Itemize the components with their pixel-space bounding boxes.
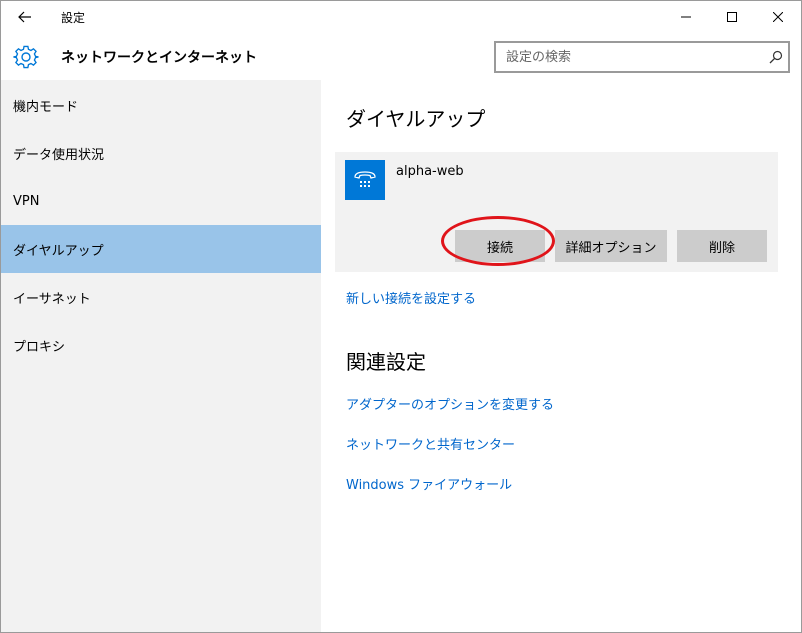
sidebar-item-airplane-mode[interactable]: 機内モード <box>1 81 321 129</box>
sidebar-item-proxy[interactable]: プロキシ <box>1 321 321 369</box>
adapter-options-link[interactable]: アダプターのオプションを変更する <box>346 394 554 413</box>
gear-icon <box>13 45 39 69</box>
sidebar-item-label: ダイヤルアップ <box>13 243 104 259</box>
connection-name: alpha-web <box>396 164 464 179</box>
phone-icon <box>354 171 376 187</box>
sidebar-item-data-usage[interactable]: データ使用状況 <box>1 129 321 177</box>
search-icon[interactable] <box>768 49 784 65</box>
close-button[interactable] <box>755 1 801 33</box>
minimize-icon <box>681 16 691 18</box>
search-input[interactable] <box>496 43 758 71</box>
back-arrow-icon <box>18 11 31 23</box>
sidebar-item-vpn[interactable]: VPN <box>1 177 321 225</box>
sidebar-item-ethernet[interactable]: イーサネット <box>1 273 321 321</box>
connect-button[interactable]: 接続 <box>455 230 545 262</box>
section-title-dialup: ダイヤルアップ <box>346 107 486 131</box>
search-box[interactable] <box>494 41 790 73</box>
main-content: ダイヤルアップ alpha-web 接続 詳細オプション 削除 新しい接続を設定… <box>321 80 801 632</box>
close-icon <box>773 12 783 22</box>
dialup-phone-icon <box>345 160 385 200</box>
sidebar-item-label: イーサネット <box>13 291 91 307</box>
page-title: ネットワークとインターネット <box>61 50 257 66</box>
section-title-related: 関連設定 <box>346 350 426 374</box>
back-button[interactable] <box>1 1 49 33</box>
maximize-icon <box>727 12 737 22</box>
page-header: ネットワークとインターネット <box>1 33 801 80</box>
sidebar-item-label: プロキシ <box>13 339 66 355</box>
window-title: 設定 <box>61 11 86 25</box>
windows-firewall-link[interactable]: Windows ファイアウォール <box>346 474 512 493</box>
minimize-button[interactable] <box>663 1 709 33</box>
connection-card[interactable]: alpha-web 接続 詳細オプション 削除 <box>335 152 778 272</box>
maximize-button[interactable] <box>709 1 755 33</box>
sidebar-item-label: データ使用状況 <box>13 147 105 163</box>
network-sharing-center-link[interactable]: ネットワークと共有センター <box>346 434 515 453</box>
advanced-options-button[interactable]: 詳細オプション <box>555 230 667 262</box>
sidebar-item-dialup[interactable]: ダイヤルアップ <box>1 225 321 273</box>
title-bar: 設定 <box>1 1 801 33</box>
settings-window: 設定 ネットワークとインターネット 設定の検索 機内モード データ使用状況 VP… <box>0 0 802 633</box>
sidebar-item-label: VPN <box>13 193 40 209</box>
delete-button[interactable]: 削除 <box>677 230 767 262</box>
sidebar-item-label: 機内モード <box>13 99 79 115</box>
new-connection-link[interactable]: 新しい接続を設定する <box>346 288 476 307</box>
sidebar: 機内モード データ使用状況 VPN ダイヤルアップ イーサネット プロキシ <box>1 80 321 632</box>
